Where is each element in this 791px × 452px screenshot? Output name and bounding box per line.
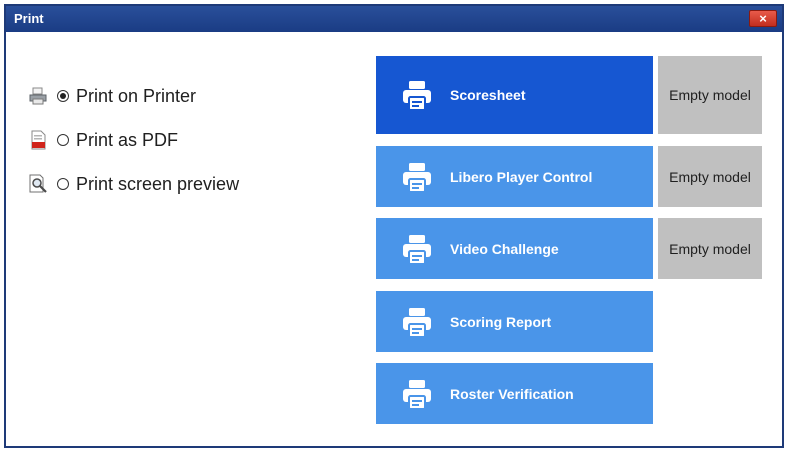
report-label: Libero Player Control <box>450 168 593 185</box>
option-print-on-printer[interactable]: Print on Printer <box>27 84 196 108</box>
printer-icon <box>403 81 431 111</box>
preview-magnifier-icon <box>29 174 47 193</box>
printer-icon <box>403 162 431 193</box>
model-status-scoresheet: Empty model <box>658 56 762 134</box>
pdf-file-icon <box>31 130 46 150</box>
title-bar: Print × <box>6 6 782 32</box>
printer-icon <box>403 379 431 410</box>
model-label: Empty model <box>669 240 751 257</box>
printer-icon <box>403 307 431 338</box>
model-label: Empty model <box>669 168 751 185</box>
report-label: Scoring Report <box>450 313 552 330</box>
option-print-as-pdf[interactable]: Print as PDF <box>27 128 178 152</box>
radio-print-on-printer[interactable] <box>57 90 69 102</box>
print-dialog: Print × Print on Printer Print as PDF Pr… <box>4 4 784 448</box>
close-icon: × <box>759 11 767 26</box>
close-button[interactable]: × <box>749 10 777 27</box>
model-status-video-challenge: Empty model <box>658 218 762 279</box>
option-label: Print screen preview <box>76 173 240 194</box>
option-label: Print as PDF <box>76 129 179 150</box>
report-label: Roster Verification <box>450 385 574 402</box>
radio-print-as-pdf[interactable] <box>57 134 69 146</box>
model-label: Empty model <box>669 87 751 103</box>
window-title: Print <box>14 11 44 26</box>
printer-icon <box>403 234 431 265</box>
option-label: Print on Printer <box>76 85 197 106</box>
radio-print-screen-preview[interactable] <box>57 178 69 190</box>
printer-icon <box>29 87 47 105</box>
model-status-libero-player-control: Empty model <box>658 146 762 207</box>
report-label: Video Challenge <box>450 240 559 257</box>
report-button-video-challenge[interactable]: Video Challenge <box>376 218 653 279</box>
report-label: Scoresheet <box>450 87 526 103</box>
report-button-roster-verification[interactable]: Roster Verification <box>376 363 653 424</box>
option-print-screen-preview[interactable]: Print screen preview <box>27 172 239 196</box>
report-button-scoresheet[interactable]: Scoresheet <box>376 56 653 134</box>
report-button-scoring-report[interactable]: Scoring Report <box>376 291 653 352</box>
report-button-libero-player-control[interactable]: Libero Player Control <box>376 146 653 207</box>
